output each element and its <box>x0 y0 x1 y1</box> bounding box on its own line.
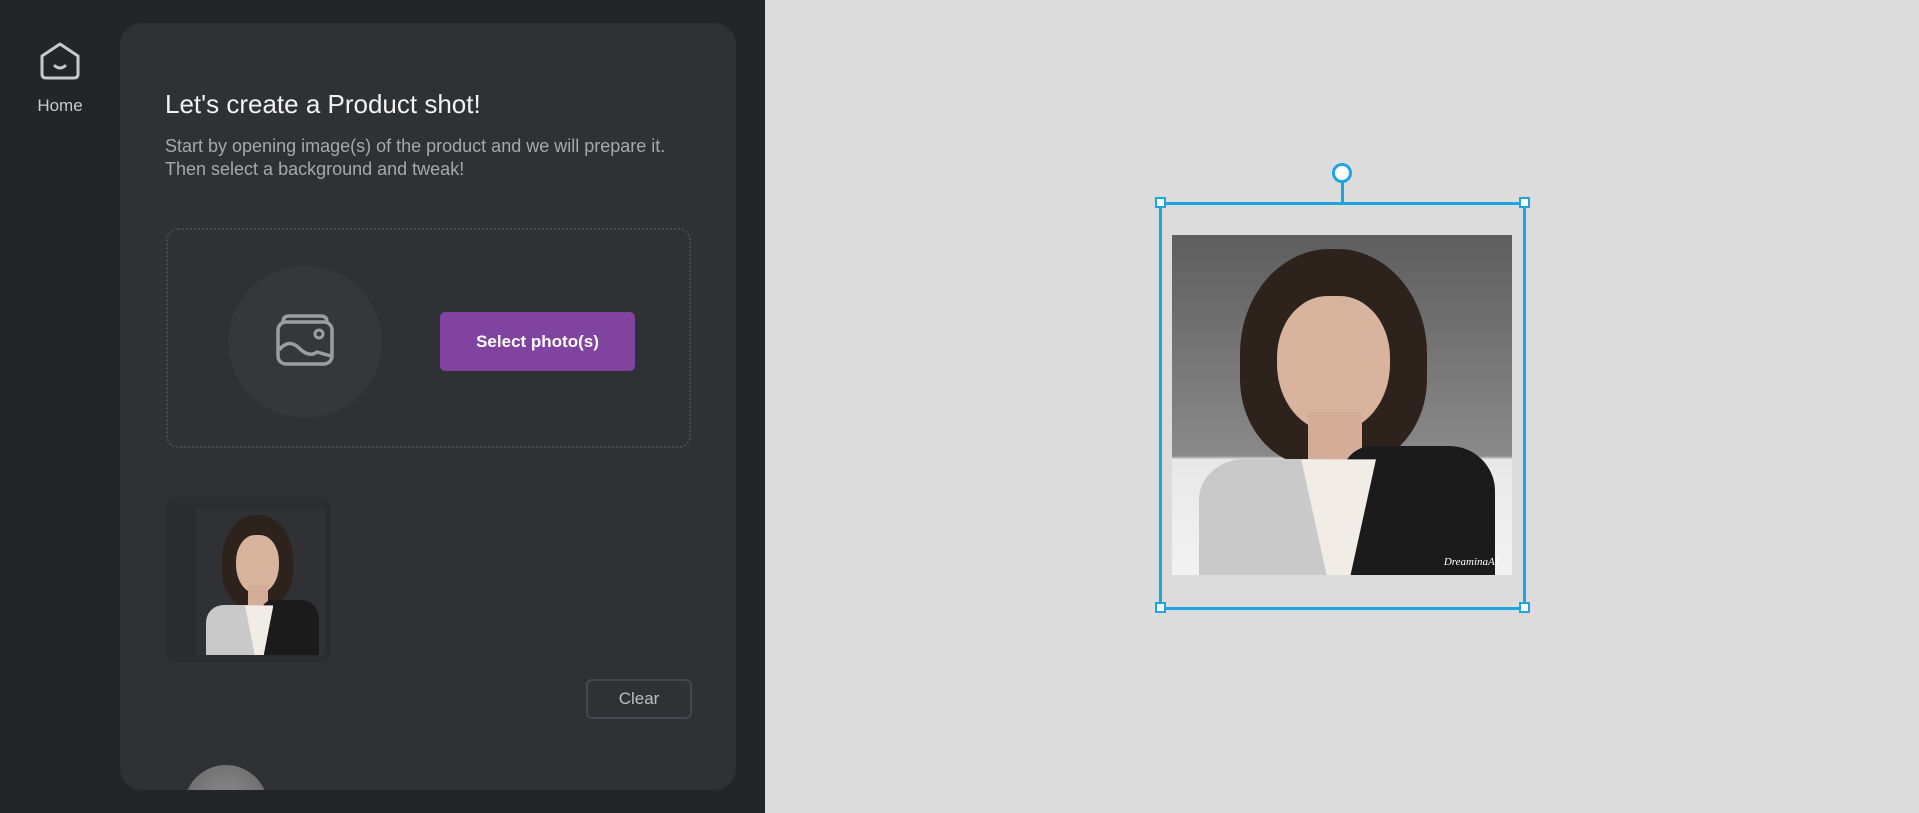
rotate-handle[interactable] <box>1332 163 1352 183</box>
clear-button[interactable]: Clear <box>586 679 692 719</box>
home-icon <box>40 42 80 80</box>
resize-handle-top-right[interactable] <box>1519 197 1530 208</box>
resize-handle-bottom-left[interactable] <box>1155 602 1166 613</box>
product-thumbnail[interactable] <box>166 497 331 662</box>
product-shot-panel: Let's create a Product shot! Start by op… <box>120 23 736 790</box>
left-region: Home Let's create a Product shot! Start … <box>0 0 765 813</box>
page-title: Let's create a Product shot! <box>165 89 481 119</box>
select-photos-button[interactable]: Select photo(s) <box>440 312 635 371</box>
resize-handle-top-left[interactable] <box>1155 197 1166 208</box>
image-icon <box>276 314 334 366</box>
thumbnail-photo <box>196 509 325 655</box>
photo-dropzone[interactable]: Select photo(s) <box>166 228 691 448</box>
page-subtitle: Start by opening image(s) of the product… <box>165 136 666 179</box>
background-option-preview[interactable] <box>184 765 268 790</box>
rotate-handle-stem <box>1341 180 1344 202</box>
selection-box[interactable] <box>1159 202 1526 610</box>
home-label: Home <box>37 96 83 115</box>
sidebar-item-home[interactable]: Home <box>20 36 100 116</box>
resize-handle-bottom-right[interactable] <box>1519 602 1530 613</box>
image-placeholder <box>228 266 382 418</box>
